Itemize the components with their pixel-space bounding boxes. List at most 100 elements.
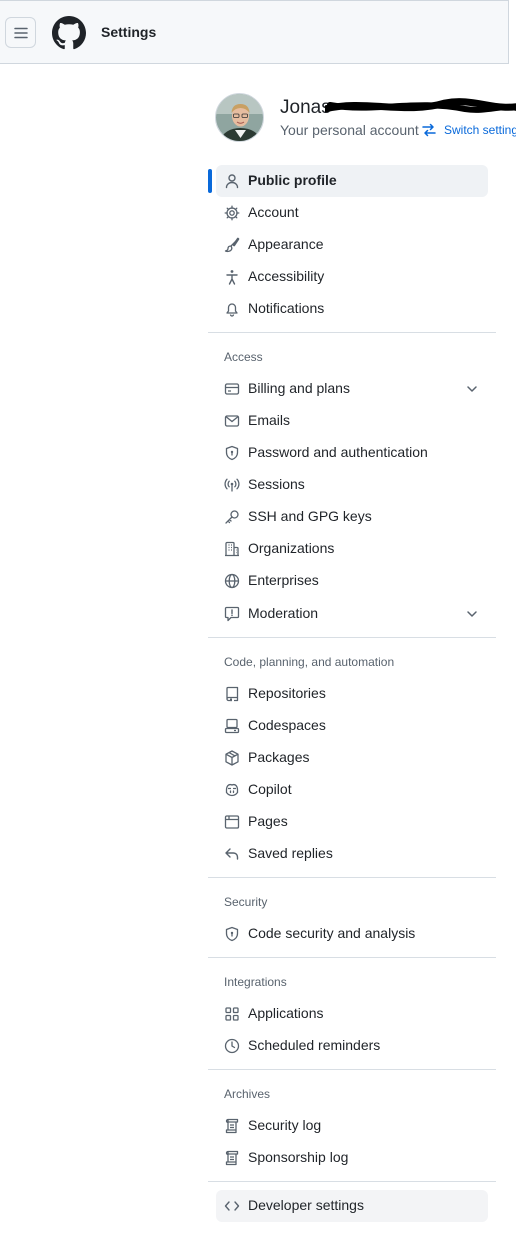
apps-icon: [225, 1007, 239, 1021]
sidebar-item-label: Saved replies: [248, 845, 333, 861]
sidebar-item-label: Sponsorship log: [248, 1149, 349, 1165]
chevron-down-icon[interactable]: [466, 608, 478, 620]
sidebar-item-security-log[interactable]: Security log: [216, 1110, 488, 1142]
sidebar-item-sponsorship-log[interactable]: Sponsorship log: [216, 1142, 488, 1174]
sidebar-item-accessibility[interactable]: Accessibility: [216, 261, 488, 293]
shield-lock-icon: [225, 445, 239, 461]
sidebar-item-label: Code security and analysis: [248, 925, 416, 941]
gear-icon: [224, 205, 240, 221]
section-heading-security: Security: [224, 895, 268, 909]
sidebar-item-appearance[interactable]: Appearance: [216, 229, 488, 261]
sidebar-item-label: Moderation: [248, 605, 319, 621]
sidebar-divider: [208, 332, 496, 333]
broadcast-icon: [224, 478, 240, 492]
bell-icon: [226, 303, 238, 317]
accessibility-icon: [226, 270, 238, 285]
sidebar-item-label: SSH and GPG keys: [248, 508, 372, 524]
mail-icon: [224, 415, 240, 427]
section-heading-integrations: Integrations: [224, 975, 287, 989]
sidebar-item-label: Emails: [248, 412, 291, 428]
sidebar-item-enterprises[interactable]: Enterprises: [216, 565, 488, 597]
page-title: Settings: [101, 24, 157, 40]
paintbrush-icon: [224, 237, 240, 253]
switch-icon[interactable]: [421, 122, 437, 138]
sidebar-item-emails[interactable]: Emails: [216, 405, 488, 437]
sidebar-divider: [208, 957, 496, 958]
sidebar-item-label: Password and authentication: [248, 444, 428, 460]
sidebar-item-public-profile[interactable]: Public profile: [208, 165, 488, 197]
github-logo-icon[interactable]: [52, 16, 86, 50]
avatar[interactable]: [215, 93, 264, 142]
sidebar-item-notifications[interactable]: Notifications: [216, 293, 488, 325]
hamburger-icon: [13, 27, 28, 38]
user-name: Jonas: [280, 97, 331, 118]
sidebar-item-label: Repositories: [248, 685, 326, 701]
sidebar-item-ssh-and-gpg-keys[interactable]: SSH and GPG keys: [216, 501, 488, 533]
sidebar-item-label: Packages: [248, 749, 310, 765]
key-icon: [225, 510, 239, 524]
sidebar-item-packages[interactable]: Packages: [216, 742, 488, 774]
sidebar-item-label: Pages: [248, 813, 288, 829]
sidebar-item-organizations[interactable]: Organizations: [216, 533, 488, 565]
reply-icon: [225, 848, 239, 860]
sidebar-item-label: Security log: [248, 1117, 322, 1133]
sidebar-divider: [208, 1069, 496, 1070]
redaction-mark: [325, 98, 516, 113]
sidebar-item-copilot[interactable]: Copilot: [216, 774, 488, 806]
switch-settings-link[interactable]: Switch settings: [444, 123, 516, 137]
sidebar-divider: [208, 637, 496, 638]
chevron-down-icon[interactable]: [466, 383, 478, 395]
sidebar-item-label: Enterprises: [248, 572, 319, 588]
sidebar-item-code-security-and-analysis[interactable]: Code security and analysis: [216, 918, 488, 950]
header-top-border: [0, 0, 509, 1]
log-icon: [225, 1150, 239, 1166]
profile-header: Jonas Your personal account Switch setti…: [215, 93, 516, 143]
sidebar-item-label: Appearance: [248, 236, 324, 252]
account-type-label: Your personal account: [280, 122, 419, 138]
sidebar-item-account[interactable]: Account: [216, 197, 488, 229]
sidebar-item-label: Accessibility: [248, 268, 325, 284]
sidebar-item-scheduled-reminders[interactable]: Scheduled reminders: [216, 1030, 488, 1062]
sidebar-item-applications[interactable]: Applications: [216, 998, 488, 1030]
sidebar-item-label: Organizations: [248, 540, 335, 556]
sidebar-item-label: Sessions: [248, 476, 305, 492]
menu-button[interactable]: [5, 17, 36, 48]
sidebar-item-label: Billing and plans: [248, 380, 350, 396]
sidebar-item-label: Copilot: [248, 781, 292, 797]
person-icon: [225, 174, 239, 189]
sidebar-item-password-and-authentication[interactable]: Password and authentication: [216, 437, 488, 469]
sidebar-item-pages[interactable]: Pages: [216, 806, 488, 838]
sidebar-item-saved-replies[interactable]: Saved replies: [216, 838, 488, 870]
log-icon: [225, 1118, 239, 1134]
sidebar-item-sessions[interactable]: Sessions: [216, 469, 488, 501]
sidebar-item-developer-settings[interactable]: Developer settings: [216, 1190, 488, 1222]
repo-icon: [226, 686, 239, 702]
sidebar-item-label: Applications: [248, 1005, 324, 1021]
globe-icon: [224, 573, 240, 589]
active-indicator: [208, 169, 212, 193]
section-heading-code-planning-automation: Code, planning, and automation: [224, 655, 395, 669]
report-icon: [224, 606, 240, 622]
sidebar-item-label: Scheduled reminders: [248, 1037, 381, 1053]
shield-lock-icon: [225, 926, 239, 942]
sidebar-item-codespaces[interactable]: Codespaces: [216, 710, 488, 742]
sidebar-item-label: Account: [248, 204, 299, 220]
sidebar-item-billing-and-plans[interactable]: Billing and plans: [216, 373, 488, 405]
codespaces-icon: [224, 718, 240, 734]
sidebar-divider: [208, 877, 496, 878]
sidebar-item-label: Notifications: [248, 300, 325, 316]
sidebar-item-repositories[interactable]: Repositories: [216, 678, 488, 710]
sidebar-item-label: Public profile: [248, 172, 337, 188]
copilot-icon: [225, 783, 239, 797]
sidebar-divider: [208, 1181, 496, 1182]
organization-icon: [225, 541, 239, 557]
browser-icon: [224, 815, 240, 829]
top-header: Settings: [0, 0, 509, 64]
package-icon: [225, 750, 239, 766]
credit-card-icon: [224, 383, 240, 395]
sidebar-item-label: Developer settings: [248, 1197, 364, 1213]
sidebar-item-moderation[interactable]: Moderation: [216, 598, 488, 630]
section-heading-access: Access: [224, 350, 263, 364]
section-heading-archives: Archives: [224, 1087, 271, 1101]
sidebar-item-label: Codespaces: [248, 717, 326, 733]
